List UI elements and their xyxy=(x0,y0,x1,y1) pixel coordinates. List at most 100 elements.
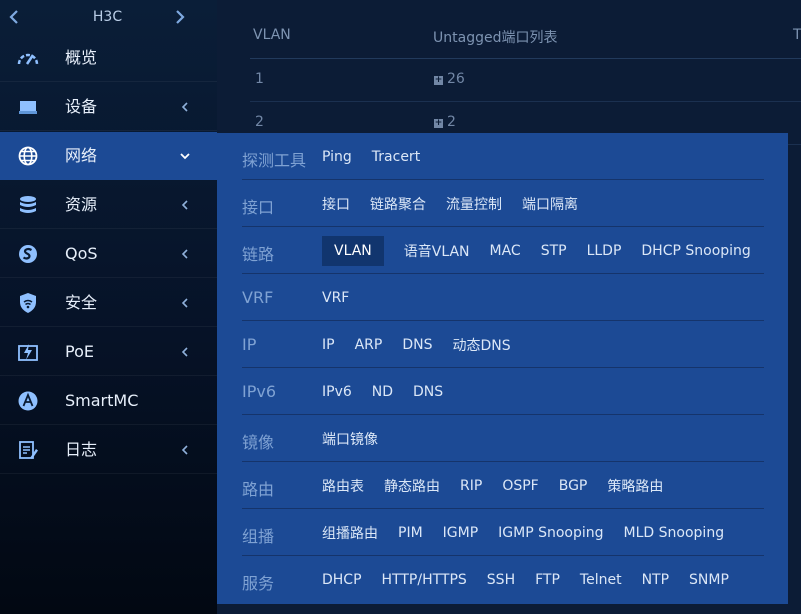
sidebar-item-label: 概览 xyxy=(65,48,98,67)
next-device-button[interactable] xyxy=(170,6,190,28)
menu-link[interactable]: IGMP xyxy=(443,525,479,541)
sidebar-item-label: 网络 xyxy=(65,146,98,165)
menu-category-row: IPv6 IPv6 ND DNS xyxy=(242,368,764,415)
network-menu-panel: 探测工具 Ping Tracert 接口 接口 链路聚合 流量控制 端口隔离 链路 VLAN 语音V… xyxy=(217,133,788,604)
menu-link[interactable]: IPv6 xyxy=(322,384,352,400)
menu-link[interactable]: 组播路由 xyxy=(322,523,378,543)
menu-links: IPv6 ND DNS xyxy=(322,368,463,415)
menu-links: 接口 链路聚合 流量控制 端口隔离 xyxy=(322,180,598,227)
sidebar-item-label: 设备 xyxy=(65,97,98,116)
device-switcher: H3C xyxy=(0,0,217,34)
sidebar: H3C 概览 设备 网络 资源 QoS 安全 PoE SmartMC 日志 xyxy=(0,0,217,614)
menu-category-label: VRF xyxy=(242,288,274,307)
menu-links: VLAN 语音VLAN MAC STP LLDP DHCP Snooping xyxy=(322,227,771,274)
menu-link[interactable]: VLAN xyxy=(322,235,384,266)
sidebar-item-smartmc[interactable]: SmartMC xyxy=(0,377,217,425)
poe-icon xyxy=(16,341,40,363)
untagged-ports[interactable]: +26 xyxy=(434,71,465,87)
menu-link[interactable]: ARP xyxy=(355,337,383,353)
menu-link[interactable]: 语音VLAN xyxy=(404,241,470,261)
menu-category-row: 探测工具 Ping Tracert xyxy=(242,133,764,180)
device-name: H3C xyxy=(92,9,123,25)
menu-link[interactable]: 静态路由 xyxy=(384,476,440,496)
table-row[interactable]: 1 +26 xyxy=(250,59,801,102)
menu-link[interactable]: 端口隔离 xyxy=(522,194,578,214)
menu-link[interactable]: HTTP/HTTPS xyxy=(382,572,467,588)
menu-link[interactable]: 动态DNS xyxy=(452,335,510,355)
menu-link[interactable]: NTP xyxy=(642,572,669,588)
menu-link[interactable]: Telnet xyxy=(580,572,622,588)
menu-category-label: 链路 xyxy=(242,245,275,264)
sidebar-item-log[interactable]: 日志 xyxy=(0,426,217,474)
menu-link[interactable]: BGP xyxy=(559,478,588,494)
untagged-value: 2 xyxy=(447,114,456,130)
sidebar-item-overview[interactable]: 概览 xyxy=(0,34,217,82)
smartmc-icon xyxy=(16,390,40,412)
menu-link[interactable]: Ping xyxy=(322,149,352,165)
menu-link[interactable]: MAC xyxy=(490,243,521,259)
menu-link[interactable]: 端口镜像 xyxy=(322,429,378,449)
sidebar-item-poe[interactable]: PoE xyxy=(0,328,217,376)
menu-link[interactable]: IGMP Snooping xyxy=(498,525,603,541)
menu-links: 端口镜像 xyxy=(322,415,398,462)
menu-link[interactable]: 接口 xyxy=(322,194,350,214)
menu-category-row: 服务 DHCP HTTP/HTTPS SSH FTP Telnet NTP SNMP xyxy=(242,556,764,603)
chevron-left-icon xyxy=(178,246,192,262)
col-untagged-header[interactable]: Untagged端口列表 xyxy=(433,27,557,47)
menu-links: 路由表 静态路由 RIP OSPF BGP 策略路由 xyxy=(322,462,683,509)
menu-category-label: IP xyxy=(242,335,257,354)
database-icon xyxy=(16,194,40,216)
menu-link[interactable]: IP xyxy=(322,337,335,353)
sidebar-item-security[interactable]: 安全 xyxy=(0,279,217,327)
chevron-left-icon xyxy=(178,442,192,458)
sidebar-item-label: 日志 xyxy=(65,440,98,459)
menu-category-row: IP IP ARP DNS 动态DNS xyxy=(242,321,764,368)
menu-link[interactable]: SSH xyxy=(487,572,515,588)
menu-link[interactable]: MLD Snooping xyxy=(624,525,725,541)
expand-icon[interactable]: + xyxy=(434,76,443,85)
menu-link[interactable]: PIM xyxy=(398,525,423,541)
menu-link[interactable]: 路由表 xyxy=(322,476,364,496)
chevron-left-icon xyxy=(178,197,192,213)
menu-link[interactable]: DHCP xyxy=(322,572,362,588)
vlan-id: 1 xyxy=(255,71,264,87)
menu-link[interactable]: LLDP xyxy=(587,243,622,259)
menu-link[interactable]: FTP xyxy=(535,572,560,588)
vlan-id: 2 xyxy=(255,114,264,130)
menu-link[interactable]: 链路聚合 xyxy=(370,194,426,214)
col-vlan-header[interactable]: VLAN xyxy=(253,27,291,43)
chevron-left-icon xyxy=(178,295,192,311)
menu-links: VRF xyxy=(322,274,369,321)
menu-link[interactable]: SNMP xyxy=(689,572,729,588)
menu-link[interactable]: STP xyxy=(541,243,567,259)
menu-link[interactable]: ND xyxy=(372,384,393,400)
menu-link[interactable]: 策略路由 xyxy=(607,476,663,496)
sidebar-item-qos[interactable]: QoS xyxy=(0,230,217,278)
menu-category-label: 接口 xyxy=(242,198,275,217)
untagged-ports[interactable]: +2 xyxy=(434,114,456,130)
sidebar-item-label: 资源 xyxy=(65,195,98,214)
sidebar-item-label: SmartMC xyxy=(65,391,139,410)
menu-link[interactable]: 流量控制 xyxy=(446,194,502,214)
menu-link[interactable]: VRF xyxy=(322,290,349,306)
menu-link[interactable]: OSPF xyxy=(502,478,538,494)
menu-category-row: 链路 VLAN 语音VLAN MAC STP LLDP DHCP Snooping xyxy=(242,227,764,274)
chevron-left-icon xyxy=(9,10,18,24)
sidebar-item-network[interactable]: 网络 xyxy=(0,132,217,180)
menu-category-label: 服务 xyxy=(242,574,275,593)
menu-link[interactable]: DNS xyxy=(413,384,443,400)
table-header: VLAN Untagged端口列表 T xyxy=(250,12,801,59)
sidebar-item-resource[interactable]: 资源 xyxy=(0,181,217,229)
chevron-left-icon xyxy=(178,344,192,360)
prev-device-button[interactable] xyxy=(4,6,24,28)
menu-link[interactable]: DHCP Snooping xyxy=(641,243,750,259)
sidebar-item-device[interactable]: 设备 xyxy=(0,83,217,131)
menu-category-label: 探测工具 xyxy=(242,151,307,170)
chevron-left-icon xyxy=(178,99,192,115)
expand-icon[interactable]: + xyxy=(434,119,443,128)
col-tagged-header[interactable]: T xyxy=(793,27,801,43)
menu-link[interactable]: RIP xyxy=(460,478,482,494)
menu-link[interactable]: Tracert xyxy=(372,149,420,165)
menu-link[interactable]: DNS xyxy=(402,337,432,353)
globe-icon xyxy=(16,145,40,167)
